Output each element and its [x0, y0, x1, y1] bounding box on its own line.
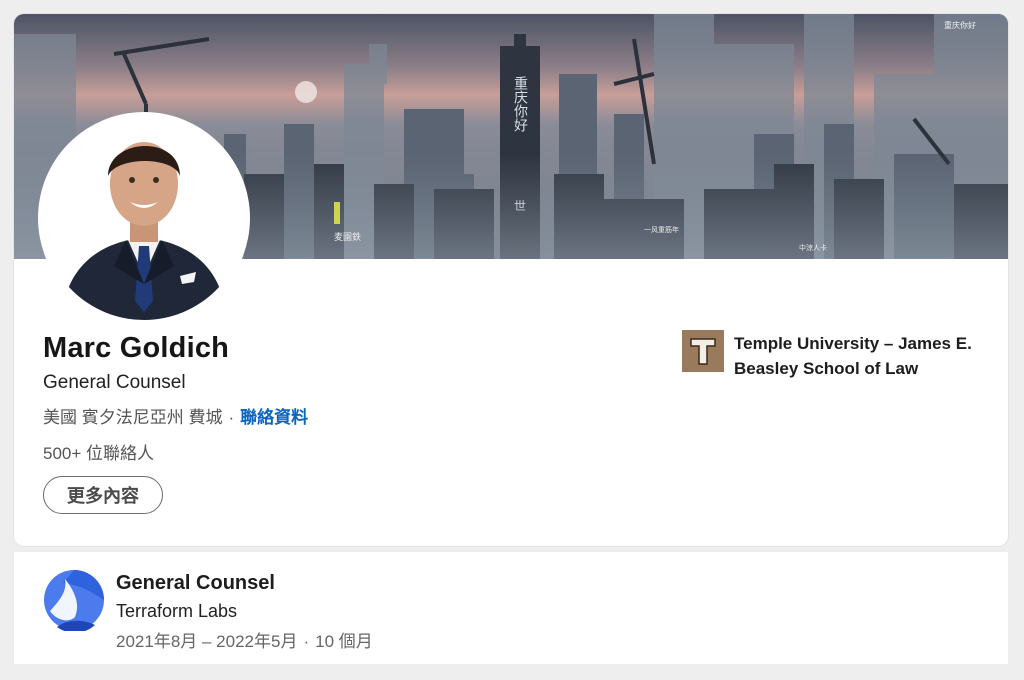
education-summary[interactable]: Temple University – James E. Beasley Sch… — [682, 329, 982, 389]
experience-company: Terraform Labs — [116, 601, 238, 621]
connections-count[interactable]: 500+ 位聯絡人 — [43, 439, 154, 464]
experience-separator: · — [303, 632, 310, 651]
education-school-name: Temple University – James E. Beasley Sch… — [734, 334, 972, 378]
profile-card: 重庆你好 世 — [14, 14, 1008, 546]
temple-university-logo — [682, 330, 724, 372]
profile-photo — [42, 116, 246, 320]
experience-title[interactable]: General Counsel — [116, 572, 275, 595]
mid-sign-text: 一风重筋年 — [644, 225, 679, 234]
tower-sign-text: 重庆你好 — [512, 76, 528, 132]
terraform-labs-logo[interactable] — [43, 569, 105, 633]
location-separator: · — [228, 408, 235, 427]
contact-info-link[interactable]: 聯絡資料 — [240, 408, 308, 427]
profile-name: Marc Goldich — [43, 332, 230, 364]
experience-dates: 2021年8月 – 2022年5月 · 10 個月 — [116, 627, 373, 652]
profile-location: 美國 賓夕法尼亞州 費城 — [43, 408, 223, 427]
profile-headline: General Counsel — [43, 372, 186, 393]
bottom-sign-text: 中涼人卡 — [799, 243, 827, 252]
experience-card: General Counsel Terraform Labs 2021年8月 –… — [14, 552, 1008, 664]
corner-watermark-text: 重庆你好 — [944, 20, 976, 30]
profile-avatar[interactable] — [42, 116, 246, 320]
experience-duration: 10 個月 — [315, 632, 373, 651]
shop-sign-text: 麦園鉄 — [334, 231, 361, 243]
more-button[interactable]: 更多內容 — [43, 476, 163, 514]
experience-date-range: 2021年8月 – 2022年5月 — [116, 632, 298, 651]
location-line: 美國 賓夕法尼亞州 費城 · 聯絡資料 — [43, 403, 308, 428]
